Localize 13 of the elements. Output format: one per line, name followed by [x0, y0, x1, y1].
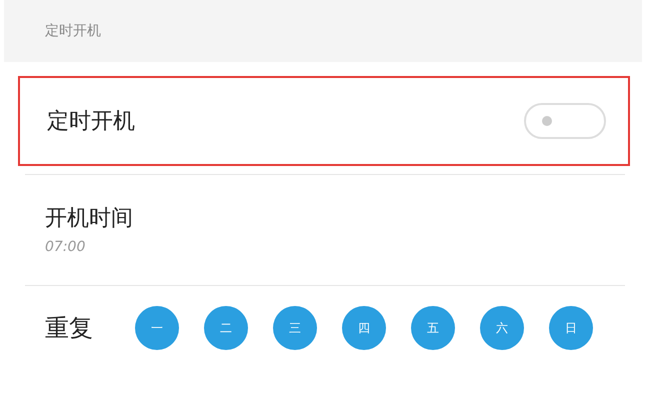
time-value: 07:00: [45, 239, 86, 255]
weekday-toggle[interactable]: 一: [135, 306, 179, 350]
weekday-toggle[interactable]: 六: [480, 306, 524, 350]
weekday-toggle[interactable]: 三: [273, 306, 317, 350]
weekday-toggle[interactable]: 五: [411, 306, 455, 350]
setting-label[interactable]: 开机时间: [45, 203, 605, 233]
repeat-label: 重复: [45, 313, 94, 344]
setting-label: 定时开机: [47, 108, 135, 136]
section-title: 定时开机: [45, 22, 101, 40]
toggle-switch[interactable]: [524, 103, 606, 139]
weekday-toggle[interactable]: 四: [342, 306, 386, 350]
weekday-toggle[interactable]: 二: [204, 306, 248, 350]
weekday-toggle[interactable]: 日: [549, 306, 593, 350]
